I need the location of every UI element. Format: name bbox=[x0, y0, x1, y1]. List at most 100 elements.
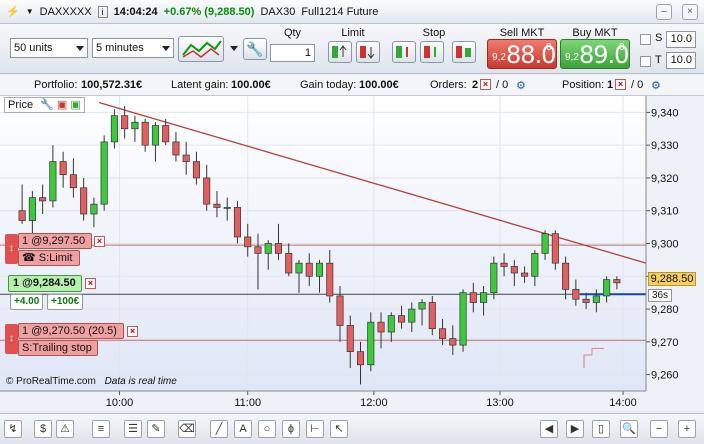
limit-order-cancel-icon[interactable]: × bbox=[94, 236, 105, 247]
price-settings-icon[interactable]: 🔧 bbox=[40, 99, 54, 111]
text-icon[interactable]: A bbox=[234, 420, 252, 438]
candle-body bbox=[172, 141, 180, 156]
candle-body bbox=[100, 141, 108, 205]
position-label: Position: bbox=[562, 79, 605, 91]
close-icon[interactable]: × bbox=[682, 4, 698, 20]
s-label: S bbox=[655, 32, 663, 44]
info-bar: Portfolio: 100,572.31€ Latent gain: 100.… bbox=[0, 75, 704, 96]
stop-sell-icon[interactable] bbox=[420, 41, 444, 63]
toolbar: 50 units 5 minutes 🔧 Qty 1 Limit Stop Se… bbox=[0, 24, 704, 74]
price-panel-header: Price 🔧 ▣ ▣ bbox=[4, 97, 85, 113]
new-chart-icon[interactable]: ↯ bbox=[4, 420, 22, 438]
price-sell-arrow-icon[interactable]: ▣ bbox=[57, 99, 67, 111]
stop-order-cancel-icon[interactable]: × bbox=[127, 326, 138, 337]
erase-icon[interactable]: ⌫ bbox=[178, 420, 196, 438]
fib-icon[interactable]: ϕ bbox=[282, 420, 300, 438]
x-tick-label: 10:00 bbox=[106, 397, 134, 409]
candle-body bbox=[510, 266, 518, 274]
limit-label: Limit bbox=[341, 27, 365, 39]
minimize-icon[interactable]: – bbox=[656, 4, 672, 20]
candle-body bbox=[480, 292, 488, 303]
shape-icon[interactable]: ○ bbox=[258, 420, 276, 438]
sell-price-small: 9,2 bbox=[492, 52, 506, 63]
y-tick-label: 9,260 bbox=[651, 370, 679, 382]
indicator-icon[interactable]: $ bbox=[34, 420, 52, 438]
bottom-toolbar: ↯ $ ⚠ ≡ ☰ ✎ ⌫ ╱ A ○ ϕ ⊢ ↖ ◀ ▶ ▯ 🔍 − + bbox=[0, 413, 704, 444]
candle-body bbox=[223, 207, 231, 209]
stop-order-drag-handle[interactable]: ↕ bbox=[5, 324, 18, 354]
bar-countdown-value: 36s bbox=[651, 290, 669, 301]
clock-time: 14:04:24 bbox=[113, 5, 158, 18]
portfolio-label: Portfolio: bbox=[34, 79, 78, 91]
position-count: 1 bbox=[607, 79, 614, 91]
stop-order-type: S:Trailing stop bbox=[18, 340, 98, 356]
zoom-out-icon[interactable]: − bbox=[650, 420, 668, 438]
calculator-icon[interactable] bbox=[68, 420, 86, 438]
list-icon[interactable]: ☰ bbox=[124, 420, 142, 438]
zoom-search-icon[interactable]: 🔍 bbox=[620, 420, 638, 438]
orders-settings-icon[interactable]: ⚙ bbox=[516, 79, 526, 92]
symbol-name[interactable]: DAXXXXX bbox=[40, 6, 92, 18]
watermark-text: © ProRealTime.com bbox=[6, 376, 96, 387]
x-tick-label: 12:00 bbox=[360, 397, 388, 409]
limit-buy-icon[interactable] bbox=[328, 41, 352, 63]
stop-order-box[interactable]: 1 @9,270.50 (20.5) bbox=[18, 323, 124, 339]
limit-order-box[interactable]: 1 @9,297.50 bbox=[18, 233, 92, 249]
s-checkbox[interactable] bbox=[640, 34, 651, 45]
chart-style-icon[interactable] bbox=[178, 36, 224, 62]
orders-label: Orders: bbox=[430, 79, 467, 91]
current-price-value: 9,288.50 bbox=[650, 273, 694, 285]
candle-body bbox=[387, 315, 395, 333]
buy-price-sup: 0 bbox=[619, 42, 625, 53]
chart-svg[interactable]: 9,3409,3309,3209,3109,3009,2909,2809,270… bbox=[0, 96, 704, 411]
position-box[interactable]: 1 @9,284.50 bbox=[8, 275, 82, 292]
x-axis-panel bbox=[0, 391, 646, 411]
candle-body bbox=[346, 325, 354, 353]
qty-label: Qty bbox=[283, 27, 302, 39]
s-input[interactable]: 10.0 bbox=[666, 31, 696, 48]
cursor-icon[interactable]: ↖ bbox=[330, 420, 348, 438]
sell-price-sup: 0 bbox=[546, 42, 552, 53]
t-input[interactable]: 10.0 bbox=[666, 52, 696, 69]
portfolio-value: 100,572.31€ bbox=[81, 79, 143, 91]
zoom-in-icon[interactable]: + bbox=[678, 420, 696, 438]
qty-input[interactable]: 1 bbox=[270, 44, 315, 62]
timeframe-select[interactable]: 5 minutes bbox=[92, 38, 174, 58]
candle-body bbox=[336, 295, 344, 326]
price-change: +0.67% (9,288.50) bbox=[163, 5, 255, 18]
candle-body bbox=[49, 161, 57, 202]
t-checkbox[interactable] bbox=[640, 56, 651, 67]
position-close-icon[interactable]: × bbox=[85, 278, 96, 289]
units-select[interactable]: 50 units bbox=[10, 38, 88, 58]
stop-buy-icon[interactable] bbox=[392, 41, 416, 63]
price-chart[interactable]: 9,3409,3309,3209,3109,3009,2909,2809,270… bbox=[0, 96, 704, 411]
trend-icon[interactable]: ╱ bbox=[210, 420, 228, 438]
wrench-icon[interactable]: 🔧 bbox=[243, 38, 267, 60]
nav-right-icon[interactable]: ▶ bbox=[566, 420, 584, 438]
report-icon[interactable]: ≡ bbox=[92, 420, 110, 438]
dropdown-arrow-icon[interactable]: ▼ bbox=[26, 7, 34, 16]
candle-body bbox=[459, 292, 467, 346]
stop-trailing-icon[interactable] bbox=[452, 41, 476, 63]
info-icon[interactable]: i bbox=[97, 5, 108, 18]
limit-order-drag-handle[interactable]: ↕ bbox=[5, 234, 18, 264]
price-buy-arrow-icon[interactable]: ▣ bbox=[70, 99, 80, 111]
ruler-icon[interactable]: ⊢ bbox=[306, 420, 324, 438]
chart-style-dropdown-icon[interactable] bbox=[230, 46, 238, 51]
candle-body bbox=[244, 236, 252, 248]
sell-market-button[interactable]: 9,2 88.0 0 bbox=[487, 39, 557, 69]
orders-sep: / 0 bbox=[496, 79, 509, 91]
candle-body bbox=[326, 262, 334, 297]
position-cancel-icon[interactable]: × bbox=[615, 79, 626, 90]
limit-sell-icon[interactable] bbox=[356, 41, 380, 63]
y-tick-label: 9,320 bbox=[651, 173, 679, 185]
bar-icon[interactable]: ▯ bbox=[592, 420, 610, 438]
candle-body bbox=[418, 302, 426, 310]
nav-left-icon[interactable]: ◀ bbox=[540, 420, 558, 438]
orders-cancel-icon[interactable]: × bbox=[480, 79, 491, 90]
candle-body bbox=[613, 279, 621, 284]
draw-icon[interactable]: ✎ bbox=[147, 420, 165, 438]
buy-market-button[interactable]: 9,2 89.0 0 bbox=[560, 39, 630, 69]
position-settings-icon[interactable]: ⚙ bbox=[651, 79, 661, 92]
candle-body bbox=[233, 207, 241, 238]
